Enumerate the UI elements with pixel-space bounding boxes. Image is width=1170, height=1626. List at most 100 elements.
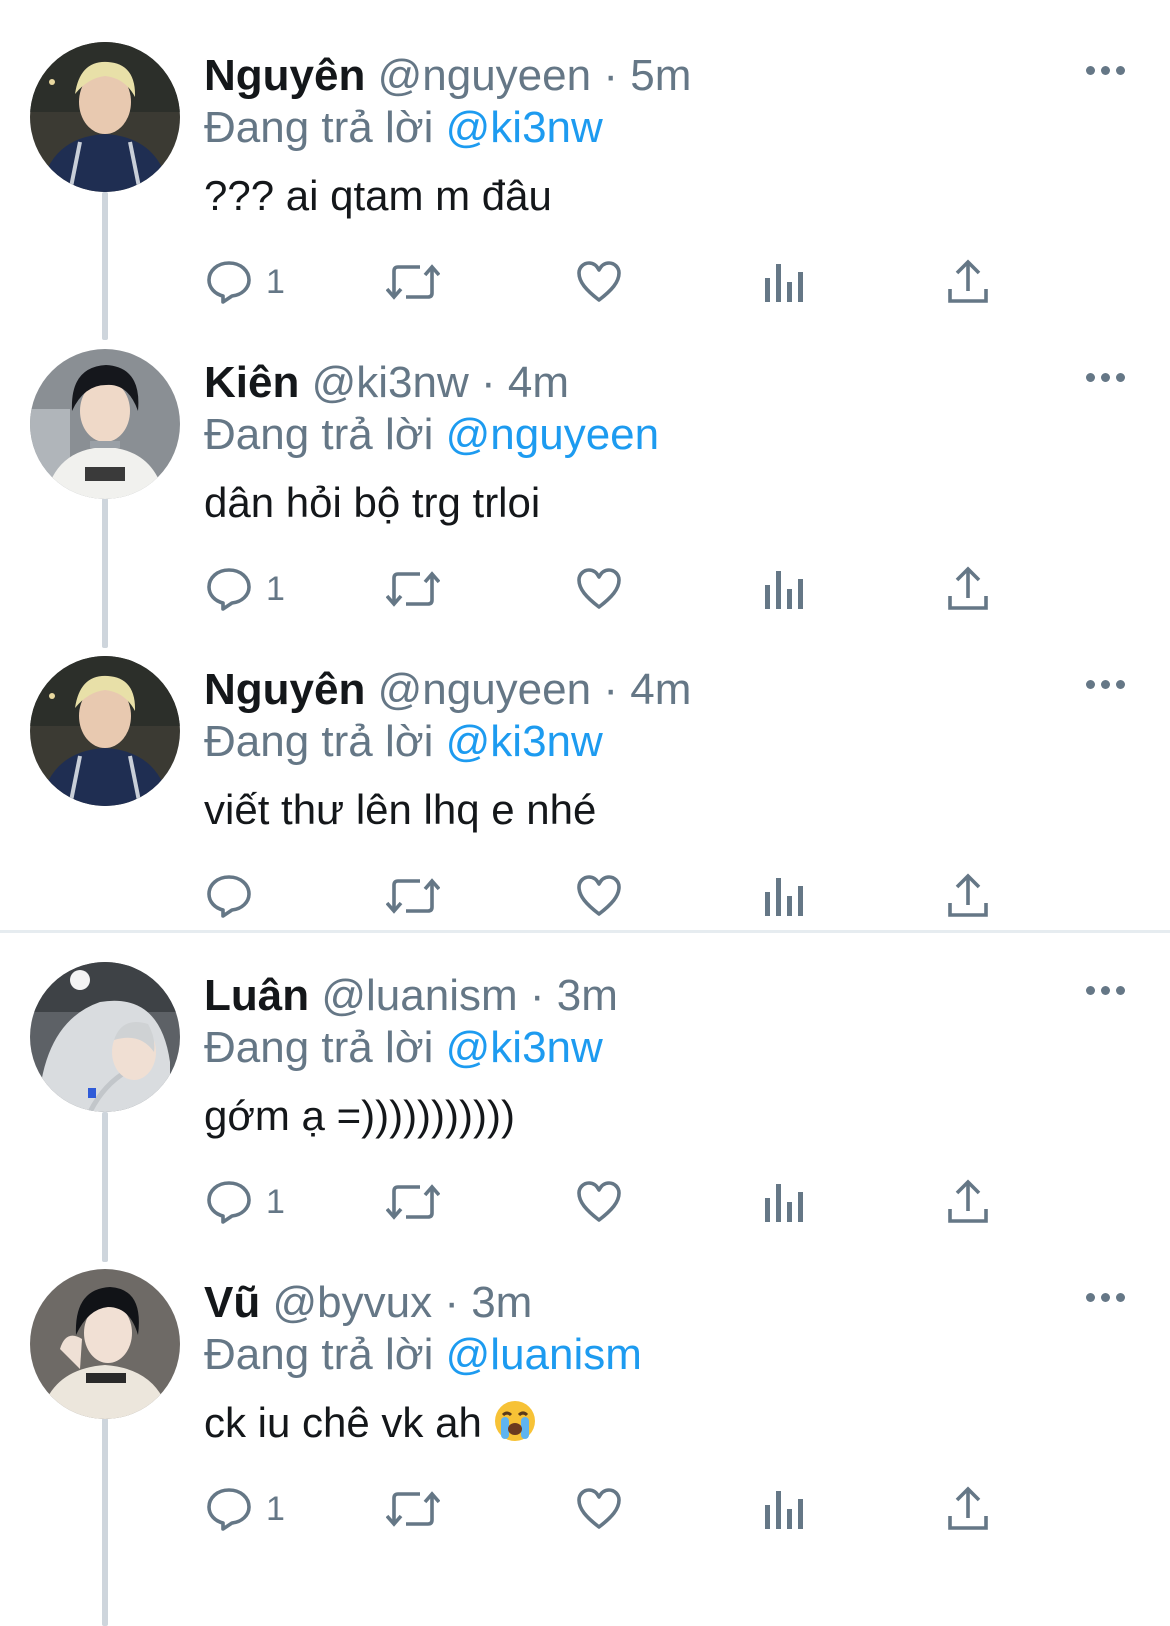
avatar[interactable] (30, 962, 180, 1112)
display-name[interactable]: Kiên (204, 358, 299, 407)
timestamp[interactable]: 4m (508, 358, 569, 407)
tweet-header: Nguyên @nguyeen · 4m (204, 664, 691, 716)
like-button[interactable] (576, 868, 622, 924)
reply-prefix: Đang trả lời (204, 717, 434, 766)
analytics-button[interactable] (764, 1481, 804, 1537)
handle[interactable]: @nguyeen (378, 665, 592, 714)
analytics-icon (765, 878, 803, 916)
mention-link[interactable]: @nguyeen (446, 410, 660, 459)
handle[interactable]: @nguyeen (378, 51, 592, 100)
more-icon[interactable] (1086, 66, 1126, 76)
separator: · (529, 971, 545, 1020)
action-bar: 1 (0, 561, 1170, 617)
action-bar: 1 (0, 1174, 1170, 1230)
replying-to: Đang trả lời @luanism (204, 1329, 642, 1381)
like-icon (577, 261, 621, 302)
display-name[interactable]: Vũ (204, 1278, 260, 1327)
analytics-icon (765, 1491, 803, 1529)
tweet-text: gớm ạ =))))))))))) (204, 1092, 515, 1139)
like-icon (577, 875, 621, 916)
share-button[interactable] (946, 1481, 990, 1537)
reply-button[interactable]: 1 (206, 1481, 285, 1537)
mention-link[interactable]: @ki3nw (446, 1023, 603, 1072)
like-button[interactable] (576, 254, 622, 310)
like-button[interactable] (576, 1174, 622, 1230)
replying-to: Đang trả lời @ki3nw (204, 716, 603, 768)
replying-to: Đang trả lời @nguyeen (204, 409, 659, 461)
timestamp[interactable]: 4m (630, 665, 691, 714)
tweet-header: Nguyên @nguyeen · 5m (204, 50, 691, 102)
retweet-button[interactable] (386, 868, 440, 924)
analytics-button[interactable] (764, 868, 804, 924)
separator: · (444, 1278, 459, 1327)
reply-prefix: Đang trả lời (204, 1330, 434, 1379)
tweet[interactable]: Nguyên @nguyeen · 4m Đang trả lời @ki3nw… (0, 650, 1170, 960)
mention-link[interactable]: @luanism (446, 1330, 642, 1379)
more-icon[interactable] (1086, 680, 1126, 690)
tweet[interactable]: Luân @luanism · 3m Đang trả lời @ki3nw g… (0, 956, 1170, 1266)
reply-count: 1 (266, 1182, 285, 1221)
reply-button[interactable]: 1 (206, 254, 285, 310)
analytics-icon (765, 1184, 803, 1222)
avatar[interactable] (30, 1269, 180, 1419)
reply-icon (207, 875, 251, 918)
retweet-button[interactable] (386, 561, 440, 617)
share-button[interactable] (946, 561, 990, 617)
timestamp[interactable]: 3m (471, 1278, 532, 1327)
timestamp[interactable]: 3m (557, 971, 618, 1020)
analytics-button[interactable] (764, 1174, 804, 1230)
display-name[interactable]: Luân (204, 971, 309, 1020)
tweet-header: Vũ @byvux · 3m (204, 1277, 532, 1329)
reply-prefix: Đang trả lời (204, 103, 434, 152)
retweet-icon (386, 264, 440, 300)
handle[interactable]: @luanism (321, 971, 517, 1020)
analytics-button[interactable] (764, 254, 804, 310)
action-bar: 1 (0, 1481, 1170, 1537)
tweet-text: viết thư lên lhq e nhé (204, 786, 597, 833)
retweet-icon (386, 1184, 440, 1220)
separator: · (603, 51, 618, 100)
reply-prefix: Đang trả lời (204, 1023, 434, 1072)
reply-icon (207, 1488, 251, 1531)
avatar[interactable] (30, 42, 180, 192)
action-bar: 1 (0, 254, 1170, 310)
share-button[interactable] (946, 1174, 990, 1230)
reply-button[interactable]: 1 (206, 561, 285, 617)
retweet-button[interactable] (386, 254, 440, 310)
reply-count: 1 (266, 262, 285, 301)
replying-to: Đang trả lời @ki3nw (204, 1022, 603, 1074)
share-button[interactable] (946, 254, 990, 310)
more-icon[interactable] (1086, 373, 1126, 383)
share-button[interactable] (946, 868, 990, 924)
retweet-icon (386, 878, 440, 914)
analytics-button[interactable] (764, 561, 804, 617)
like-button[interactable] (576, 1481, 622, 1537)
reply-button[interactable] (206, 868, 266, 924)
like-button[interactable] (576, 561, 622, 617)
avatar[interactable] (30, 656, 180, 806)
mention-link[interactable]: @ki3nw (446, 717, 603, 766)
reply-count: 1 (266, 569, 285, 608)
reply-icon (207, 261, 251, 304)
handle[interactable]: @byvux (272, 1278, 432, 1327)
retweet-button[interactable] (386, 1174, 440, 1230)
display-name[interactable]: Nguyên (204, 665, 365, 714)
mention-link[interactable]: @ki3nw (446, 103, 603, 152)
tweet[interactable]: Nguyên @nguyeen · 5m Đang trả lời @ki3nw… (0, 36, 1170, 346)
reply-prefix: Đang trả lời (204, 410, 434, 459)
timestamp[interactable]: 5m (630, 51, 691, 100)
avatar[interactable] (30, 349, 180, 499)
more-icon[interactable] (1086, 986, 1126, 996)
tweet[interactable]: Vũ @byvux · 3m Đang trả lời @luanism ck … (0, 1263, 1170, 1573)
share-icon (948, 873, 988, 917)
reply-button[interactable]: 1 (206, 1174, 285, 1230)
separator: · (481, 358, 496, 407)
tweet-text-content: ck iu chê vk ah (204, 1399, 482, 1446)
like-icon (577, 1488, 621, 1529)
tweet[interactable]: Kiên @ki3nw · 4m Đang trả lời @nguyeen d… (0, 343, 1170, 653)
more-icon[interactable] (1086, 1293, 1126, 1303)
retweet-button[interactable] (386, 1481, 440, 1537)
share-icon (948, 1179, 988, 1223)
display-name[interactable]: Nguyên (204, 51, 365, 100)
handle[interactable]: @ki3nw (312, 358, 469, 407)
